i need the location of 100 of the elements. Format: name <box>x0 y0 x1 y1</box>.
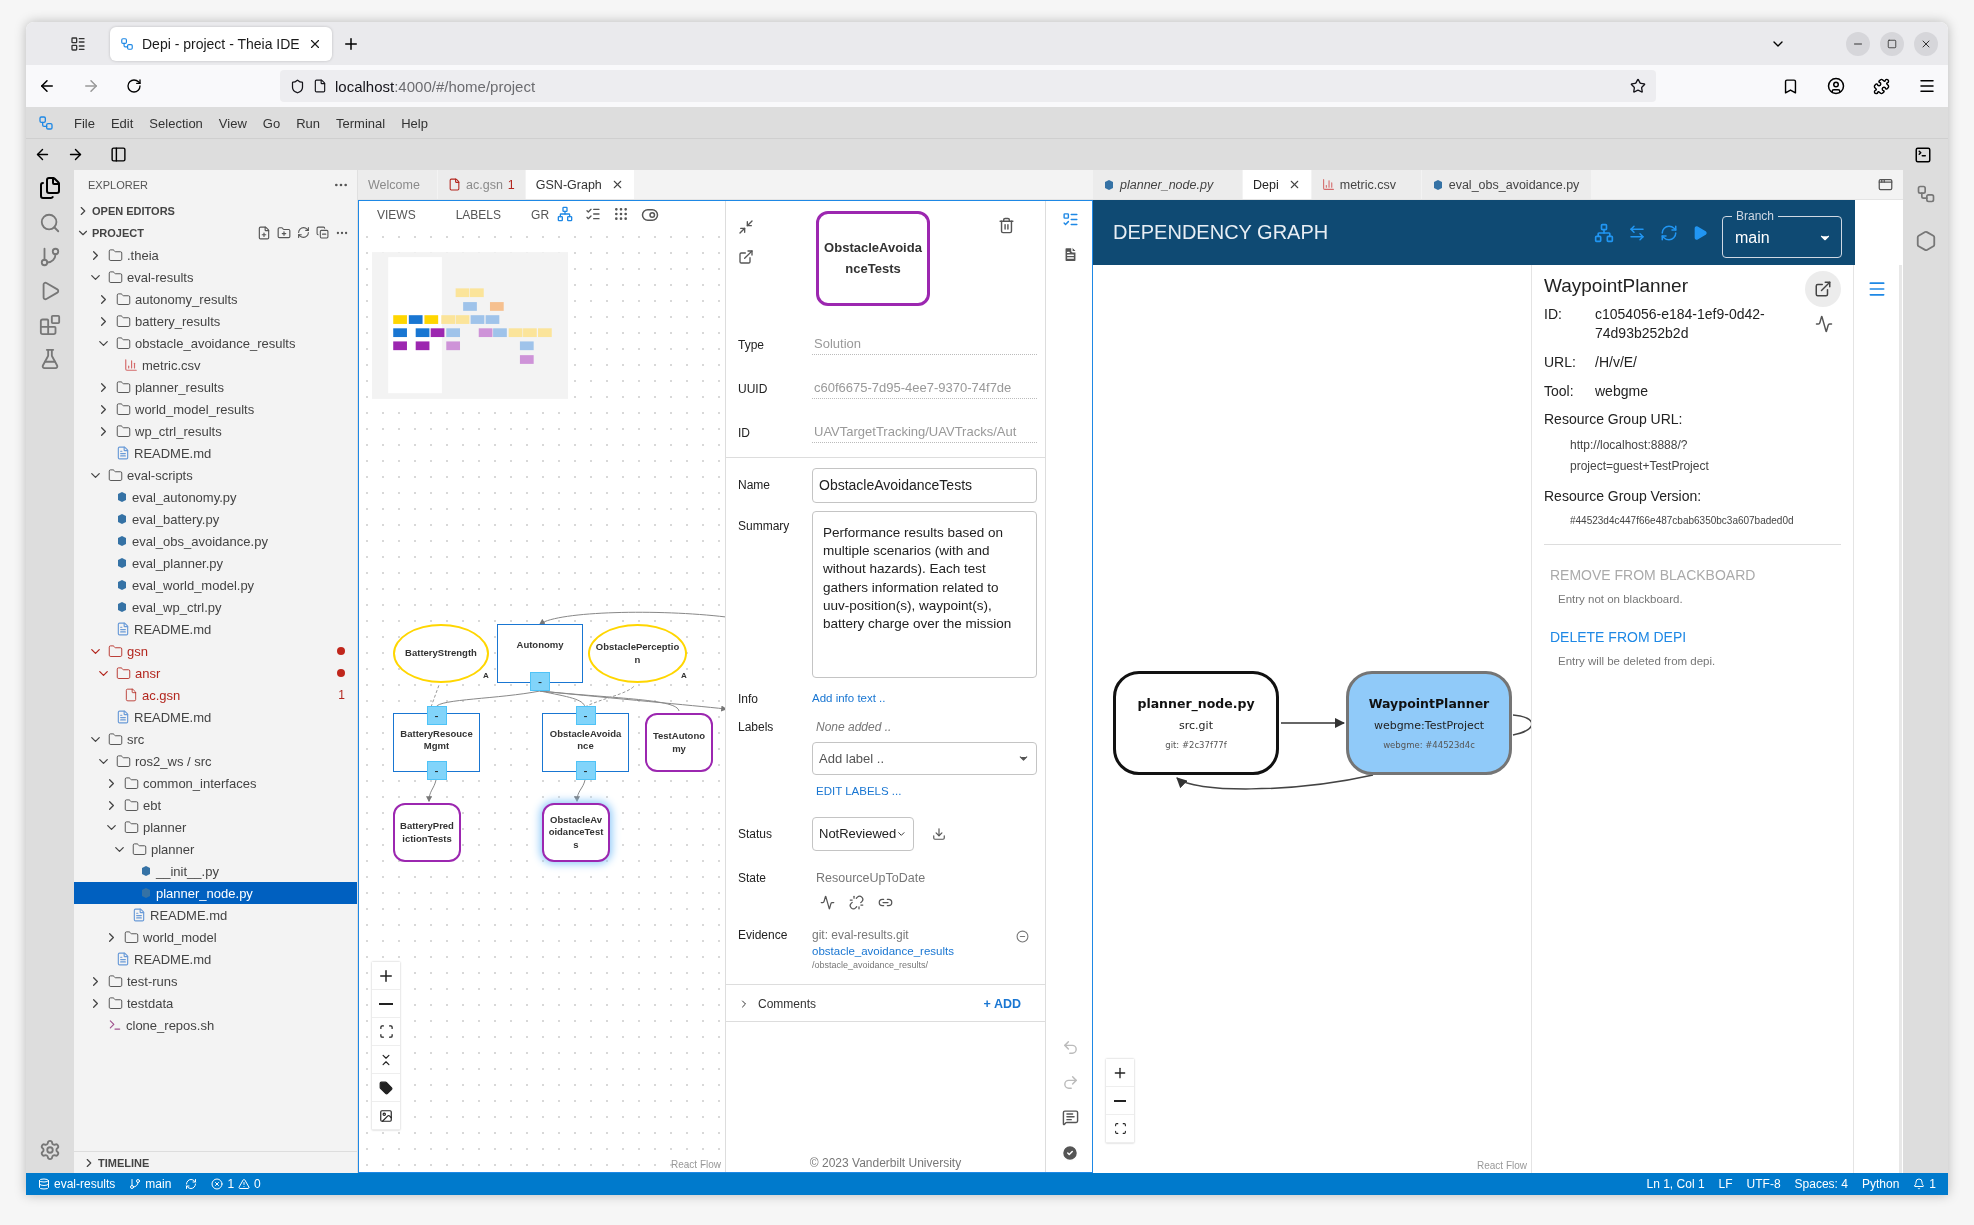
tree-item[interactable]: planner <box>74 838 357 860</box>
tree-item[interactable]: eval_battery.py <box>74 508 357 530</box>
graph-node[interactable]: planner_node.py src.git git: #2c37f77f <box>1113 671 1279 775</box>
graph-icon[interactable] <box>1915 184 1936 204</box>
comment-icon[interactable] <box>1061 1109 1079 1126</box>
editor-tab[interactable]: eval_obs_avoidance.py <box>1421 170 1592 199</box>
grid-icon[interactable] <box>613 206 630 222</box>
unlink-icon[interactable] <box>849 895 864 910</box>
tree-item[interactable]: autonomy_results <box>74 288 357 310</box>
tree-item[interactable]: world_model <box>74 926 357 948</box>
menu-item[interactable]: Run <box>288 115 328 131</box>
status-item[interactable]: LF <box>1718 1177 1733 1191</box>
open-button[interactable] <box>1805 271 1841 307</box>
add-comment-button[interactable]: + ADD <box>983 997 1021 1011</box>
menu-item[interactable]: Edit <box>102 115 142 131</box>
explorer-icon[interactable] <box>38 176 62 200</box>
remove-icon[interactable] <box>1016 930 1029 943</box>
tree-item[interactable]: .theia <box>74 244 357 266</box>
tab-list-icon[interactable] <box>70 35 86 52</box>
search-icon[interactable] <box>39 212 61 234</box>
bookmark-star-icon[interactable] <box>1630 78 1646 94</box>
action-button[interactable]: DELETE FROM DEPI <box>1544 622 1693 651</box>
trace-icon[interactable] <box>820 895 835 910</box>
edit-labels-button[interactable]: EDIT LABELS ... <box>812 785 1037 798</box>
hierarchy-icon[interactable] <box>557 206 574 222</box>
tree-item[interactable]: README.md <box>74 442 357 464</box>
tree-item[interactable]: test-runs <box>74 970 357 992</box>
reload-icon[interactable] <box>126 78 142 94</box>
back-icon[interactable] <box>38 77 56 95</box>
source-control-icon[interactable] <box>39 246 61 268</box>
comments-toggle[interactable]: Comments <box>738 997 984 1011</box>
maximize-icon[interactable] <box>1878 177 1893 192</box>
extensions-icon[interactable] <box>1873 77 1890 95</box>
play-icon[interactable] <box>1692 224 1708 241</box>
editor-tab[interactable]: ac.gsn 1 <box>438 170 526 199</box>
section-header[interactable]: OPEN EDITORS <box>74 200 357 222</box>
problems-status[interactable]: 1 0 <box>211 1177 261 1191</box>
forward-icon[interactable] <box>67 146 84 163</box>
tree-item[interactable]: eval_planner.py <box>74 552 357 574</box>
tree-item[interactable]: README.md <box>74 904 357 926</box>
branch-select[interactable]: Branch main <box>1722 207 1842 258</box>
tree-item[interactable]: clone_repos.sh <box>74 1014 357 1036</box>
checklist-icon[interactable] <box>585 206 602 222</box>
status-item[interactable]: Spaces: 4 <box>1794 1177 1848 1191</box>
back-icon[interactable] <box>34 146 51 163</box>
new-folder-icon[interactable] <box>277 226 291 240</box>
add-label-select[interactable]: Add label .. <box>812 741 1037 776</box>
summary-field[interactable]: Performance results based on multiple scenarios (with and without hazards). Each test gathers information related to uuv-position(s), waypoint(s), battery charge over the mission <box>812 510 1037 678</box>
hierarchy-icon[interactable] <box>1594 222 1614 243</box>
tree-item[interactable]: README.md <box>74 706 357 728</box>
tree-item[interactable]: eval-results <box>74 266 357 288</box>
refresh-icon[interactable] <box>1660 223 1678 242</box>
tree-item[interactable]: ebt <box>74 794 357 816</box>
menu-item[interactable]: Terminal <box>328 115 394 131</box>
status-select[interactable]: NotReviewed <box>812 817 914 851</box>
status-item[interactable]: Ln 1, Col 1 <box>1646 1177 1705 1191</box>
collapse-icon[interactable] <box>316 226 329 239</box>
collapse-handle[interactable]: - <box>530 672 550 691</box>
tree-item[interactable]: README.md <box>74 618 357 640</box>
tree-item[interactable]: planner <box>74 816 357 838</box>
collapse-handle[interactable]: - <box>575 706 596 725</box>
repo-status[interactable]: eval-results <box>38 1177 116 1191</box>
terminal-icon[interactable] <box>1914 145 1932 164</box>
tree-item[interactable]: eval_world_model.py <box>74 574 357 596</box>
collapse-handle[interactable]: - <box>575 761 596 780</box>
section-header[interactable]: PROJECT <box>74 222 357 244</box>
tree-item[interactable]: planner_results <box>74 376 357 398</box>
open-external-icon[interactable] <box>738 249 754 265</box>
graph-node[interactable]: ObstacleAvoidanceTests <box>542 803 610 862</box>
tree-item[interactable]: common_interfaces <box>74 772 357 794</box>
browser-tab[interactable]: Depi - project - Theia IDE <box>110 26 332 61</box>
tree-item[interactable]: testdata <box>74 992 357 1014</box>
tree-item[interactable]: __init__.py <box>74 860 357 882</box>
toggle-icon[interactable] <box>641 206 660 224</box>
tree-item[interactable]: README.md <box>74 948 357 970</box>
tree-item[interactable]: battery_results <box>74 310 357 332</box>
trace-icon[interactable] <box>1815 315 1833 333</box>
tree-item[interactable]: gsn <box>74 640 357 662</box>
tree-item[interactable]: obstacle_avoidance_results <box>74 332 357 354</box>
name-field[interactable]: ObstacleAvoidanceTests <box>812 468 1037 503</box>
tree-item[interactable]: planner_node.py <box>74 882 357 904</box>
tree-item[interactable]: metric.csv <box>74 354 357 376</box>
status-item[interactable]: UTF-8 <box>1746 1177 1781 1191</box>
sidebar-toggle-icon[interactable] <box>110 146 127 163</box>
new-file-icon[interactable] <box>257 226 271 240</box>
branch-status[interactable]: main <box>129 1177 172 1191</box>
address-field[interactable]: localhost:4000/#/home/project <box>280 70 1656 102</box>
editor-tab[interactable]: Depi <box>1243 170 1312 199</box>
check-icon[interactable] <box>1061 1144 1079 1162</box>
collapse-icon[interactable] <box>738 219 754 235</box>
maximize-icon[interactable] <box>1887 38 1897 49</box>
tree-item[interactable]: eval_wp_ctrl.py <box>74 596 357 618</box>
editor-tab[interactable]: planner_node.py <box>1093 170 1243 199</box>
tree-item[interactable]: ac.gsn 1 <box>74 684 357 706</box>
toolbar-tab[interactable]: GR <box>531 208 550 222</box>
tree-item[interactable]: eval_autonomy.py <box>74 486 357 508</box>
delete-icon[interactable] <box>998 217 1015 234</box>
menu-item[interactable]: Go <box>254 115 289 131</box>
toolbar-tab[interactable]: VIEWS <box>377 208 416 222</box>
collapse-handle[interactable]: - <box>426 706 447 725</box>
